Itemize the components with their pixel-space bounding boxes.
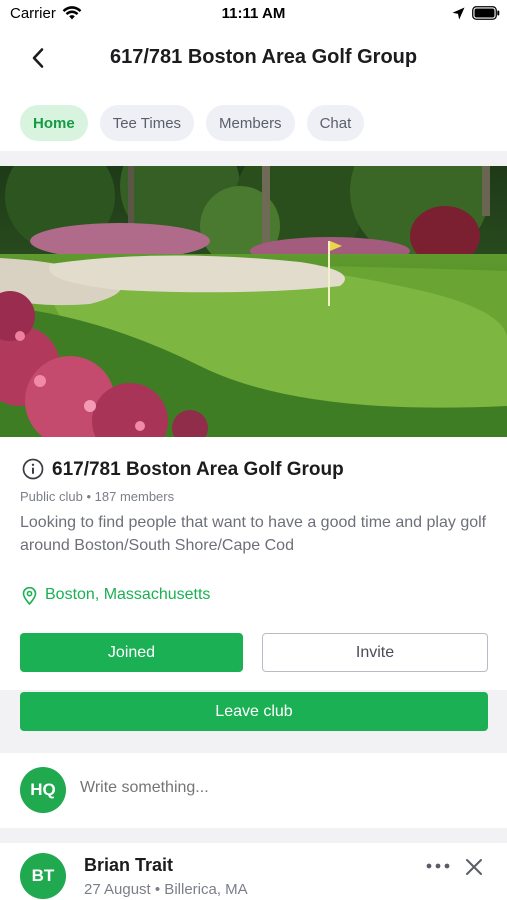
status-bar: Carrier 11:11 AM	[0, 0, 507, 28]
status-time: 11:11 AM	[221, 5, 286, 22]
invite-button[interactable]: Invite	[262, 633, 488, 672]
write-post-input[interactable]	[80, 779, 480, 797]
club-cover-image	[0, 166, 507, 437]
club-name: 617/781 Boston Area Golf Group	[52, 459, 344, 480]
dismiss-post-button[interactable]	[462, 855, 486, 879]
tab-chat[interactable]: Chat	[306, 105, 365, 141]
tab-bar: Home Tee Times Members Chat	[20, 105, 365, 141]
more-horizontal-icon	[426, 863, 450, 869]
club-description: Looking to find people that want to have…	[20, 514, 487, 554]
info-circle-icon	[22, 458, 44, 485]
tab-tee-times[interactable]: Tee Times	[99, 105, 195, 141]
location-arrow-icon	[452, 7, 465, 25]
post-meta: 27 August • Billerica, MA	[84, 881, 248, 898]
navigation-bar: 617/781 Boston Area Golf Group	[0, 30, 507, 86]
avatar[interactable]: BT	[20, 853, 66, 899]
leave-club-button[interactable]: Leave club	[20, 692, 488, 731]
chevron-left-icon	[32, 48, 44, 68]
feed-post: BT Brian Trait 27 August • Billerica, MA	[0, 843, 507, 900]
post-author[interactable]: Brian Trait	[84, 855, 173, 876]
map-pin-icon	[22, 586, 37, 610]
page-title: 617/781 Boston Area Golf Group	[110, 46, 418, 68]
joined-button[interactable]: Joined	[20, 633, 243, 672]
more-options-button[interactable]	[424, 855, 452, 877]
tab-home[interactable]: Home	[20, 105, 88, 141]
battery-icon	[472, 6, 500, 25]
back-button[interactable]	[22, 42, 54, 74]
section-divider	[0, 151, 507, 166]
close-icon	[466, 859, 482, 875]
tab-members[interactable]: Members	[206, 105, 295, 141]
section-divider	[0, 828, 507, 843]
club-location-link[interactable]: Boston, Massachusetts	[45, 586, 210, 604]
club-meta: Public club • 187 members	[20, 489, 175, 504]
post-composer: HQ	[0, 753, 507, 828]
avatar: HQ	[20, 767, 66, 813]
